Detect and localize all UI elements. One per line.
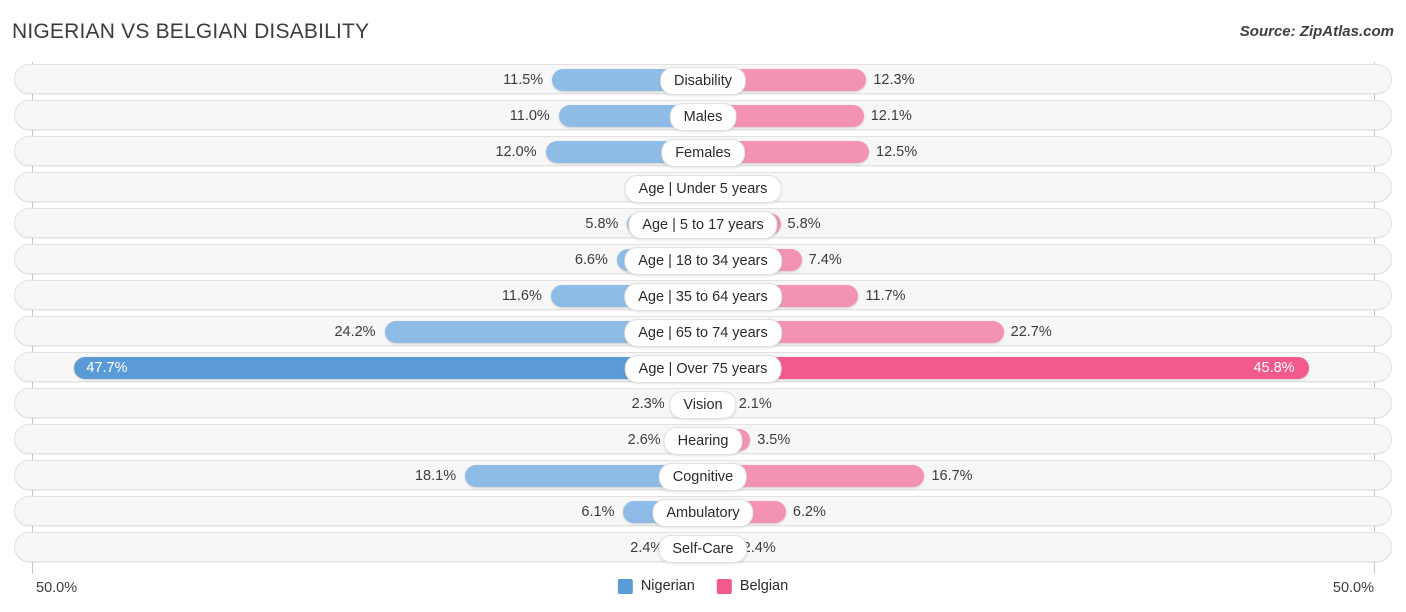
table-row[interactable]: 2.6% 3.5% Hearing [14,424,1392,455]
table-row[interactable]: 47.7% 45.8% Age | Over 75 years [14,352,1392,383]
category-label[interactable]: Cognitive [658,463,748,491]
category-label[interactable]: Females [661,139,745,167]
table-row[interactable]: 24.2% 22.7% Age | 65 to 74 years [14,316,1392,347]
bar-value-nigerian: 12.0% [495,144,537,160]
bar-value-nigerian: 11.5% [503,72,544,88]
bar-value-belgian: 16.7% [931,468,973,484]
bar-nigerian[interactable] [74,357,704,379]
legend-label: Belgian [739,578,789,594]
category-label[interactable]: Disability [659,67,747,95]
category-label[interactable]: Age | 18 to 34 years [624,247,782,275]
table-row[interactable]: 1.3%1.4%Age | Under 5 years [14,172,1392,203]
bar-value-belgian: 12.1% [870,108,912,124]
category-label[interactable]: Hearing [663,427,743,455]
category-label[interactable]: Self-Care [658,535,748,563]
table-row[interactable]: 2.4% 2.4% Self-Care [14,532,1392,563]
bar-value-belgian: 2.1% [738,396,772,412]
bar-value-belgian: 5.8% [787,216,821,232]
table-row[interactable]: 6.6% 7.4% Age | 18 to 34 years [14,244,1392,275]
bar-value-belgian: 2.4% [742,540,776,556]
table-row[interactable]: 11.6% 11.7% Age | 35 to 64 years [14,280,1392,311]
bar-value-nigerian: 2.3% [631,396,665,412]
bar-value-nigerian: 2.6% [627,432,661,448]
legend-swatch-icon [716,578,732,594]
bar-value-nigerian: 11.0% [509,108,550,124]
bar-value-belgian: 12.3% [873,72,915,88]
chart-legend: Nigerian Belgian [617,578,789,594]
source-attribution: Source: ZipAtlas.com [1239,23,1394,40]
legend-item[interactable]: Nigerian [617,578,695,594]
bar-value-nigerian: 6.6% [574,252,608,268]
table-row[interactable]: 5.8% 5.8% Age | 5 to 17 years [14,208,1392,239]
chart-plot-area: 11.5% 12.3% Disability 11.0% 12.1% Males 12.0%… [0,62,1406,574]
bar-value-nigerian: 5.8% [585,216,619,232]
legend-item[interactable]: Belgian [716,578,789,594]
bar-value-belgian: 3.5% [757,432,791,448]
table-row[interactable]: 12.0% 12.5% Females [14,136,1392,167]
category-label[interactable]: Age | 65 to 74 years [624,319,782,347]
category-label[interactable]: Ambulatory [652,499,754,527]
bar-belgian[interactable] [704,357,1309,379]
table-row[interactable]: 2.3% 2.1% Vision [14,388,1392,419]
bar-value-nigerian: 47.7% [86,360,128,376]
bar-value-belgian: 11.7% [865,288,906,304]
bar-value-nigerian: 24.2% [334,324,376,340]
bar-value-belgian: 22.7% [1010,324,1052,340]
bar-value-nigerian: 11.6% [501,288,542,304]
bar-value-belgian: 12.5% [876,144,918,160]
bar-value-belgian: 7.4% [808,252,842,268]
category-label[interactable]: Males [669,103,737,131]
axis-tick-right: 50.0% [1332,580,1374,596]
category-label[interactable]: Age | 35 to 64 years [624,283,782,311]
table-row[interactable]: 18.1% 16.7% Cognitive [14,460,1392,491]
bar-value-belgian: 6.2% [792,504,826,520]
chart-footer: 50.0% 50.0% Nigerian Belgian [0,574,1406,612]
category-label[interactable]: Vision [669,391,737,419]
axis-tick-left: 50.0% [36,580,78,596]
chart-header: NIGERIAN VS BELGIAN DISABILITY Source: Z… [0,0,1406,62]
page-title: NIGERIAN VS BELGIAN DISABILITY [12,20,370,43]
category-label[interactable]: Age | Over 75 years [624,355,782,383]
bar-value-nigerian: 6.1% [581,504,615,520]
category-label[interactable]: Age | 5 to 17 years [628,211,778,239]
table-row[interactable]: 11.5% 12.3% Disability [14,64,1392,95]
legend-swatch-icon [617,578,633,594]
category-label[interactable]: Age | Under 5 years [624,175,782,203]
bar-value-belgian: 45.8% [1253,360,1295,376]
bar-value-nigerian: 18.1% [414,468,457,484]
legend-label: Nigerian [640,578,695,594]
table-row[interactable]: 11.0% 12.1% Males [14,100,1392,131]
table-row[interactable]: 6.1% 6.2% Ambulatory [14,496,1392,527]
